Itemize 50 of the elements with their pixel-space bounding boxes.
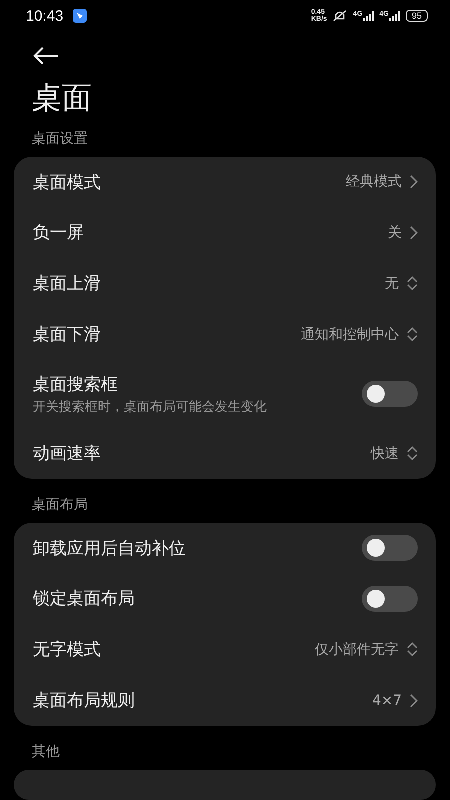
setting-title: 桌面下滑 bbox=[33, 324, 102, 346]
page-title: 桌面 bbox=[32, 80, 93, 118]
setting-title: 桌面模式 bbox=[33, 172, 102, 194]
signal-icon bbox=[362, 11, 375, 21]
signal-icon bbox=[388, 11, 401, 21]
back-arrow-icon bbox=[33, 47, 59, 65]
setting-title: 无字模式 bbox=[33, 639, 102, 661]
toggle-switch[interactable] bbox=[362, 381, 418, 407]
section-label: 桌面设置 bbox=[32, 130, 89, 149]
toggle-switch[interactable] bbox=[362, 586, 418, 612]
settings-row[interactable]: 桌面模式 经典模式 bbox=[33, 157, 418, 207]
mute-icon bbox=[332, 10, 348, 22]
settings-row[interactable]: 桌面布局规则 4×7 bbox=[33, 675, 418, 726]
section-label: 其他 bbox=[32, 743, 61, 762]
setting-description: 开关搜索框时，桌面布局可能会发生变化 bbox=[33, 398, 268, 416]
setting-title: 桌面搜索框 bbox=[33, 374, 119, 396]
setting-title: 负一屏 bbox=[33, 222, 85, 244]
setting-title: 桌面布局规则 bbox=[33, 690, 136, 712]
chevron-right-icon bbox=[410, 226, 418, 240]
section-label: 桌面布局 bbox=[32, 496, 89, 515]
setting-value: 经典模式 bbox=[346, 173, 402, 191]
toggle-switch[interactable] bbox=[362, 535, 418, 561]
settings-row[interactable]: 负一屏 关 bbox=[33, 207, 418, 258]
setting-title: 桌面上滑 bbox=[33, 273, 102, 295]
status-time: 10:43 bbox=[26, 8, 64, 24]
back-button[interactable] bbox=[33, 47, 59, 65]
settings-row[interactable]: 锁定桌面布局 bbox=[33, 573, 418, 624]
settings-row[interactable]: 无字模式 仅小部件无字 bbox=[33, 624, 418, 675]
setting-value: 关 bbox=[388, 224, 402, 242]
setting-value: 仅小部件无字 bbox=[315, 640, 399, 658]
setting-value: 4×7 bbox=[372, 692, 402, 708]
setting-title: 动画速率 bbox=[33, 443, 102, 465]
setting-value: 通知和控制中心 bbox=[301, 326, 399, 344]
settings-row[interactable]: 桌面下滑 通知和控制中心 bbox=[33, 309, 418, 360]
settings-row[interactable]: 卸载应用后自动补位 bbox=[33, 523, 418, 573]
setting-title: 卸载应用后自动补位 bbox=[33, 538, 187, 560]
settings-row[interactable]: 桌面搜索框 开关搜索框时，桌面布局可能会发生变化 bbox=[33, 360, 418, 428]
setting-title: 锁定桌面布局 bbox=[33, 588, 136, 610]
setting-value: 快速 bbox=[371, 444, 399, 462]
up-down-icon bbox=[407, 327, 418, 342]
chevron-right-icon bbox=[410, 694, 418, 708]
up-down-icon bbox=[407, 276, 418, 291]
app-notification-icon bbox=[72, 9, 87, 23]
settings-row[interactable]: 动画速率 快速 bbox=[33, 428, 418, 479]
up-down-icon bbox=[407, 642, 418, 657]
setting-value: 无 bbox=[385, 274, 399, 292]
up-down-icon bbox=[407, 446, 418, 461]
battery-level: 95 bbox=[406, 10, 428, 22]
chevron-right-icon bbox=[410, 175, 418, 189]
settings-row[interactable]: 桌面上滑 无 bbox=[33, 258, 418, 309]
